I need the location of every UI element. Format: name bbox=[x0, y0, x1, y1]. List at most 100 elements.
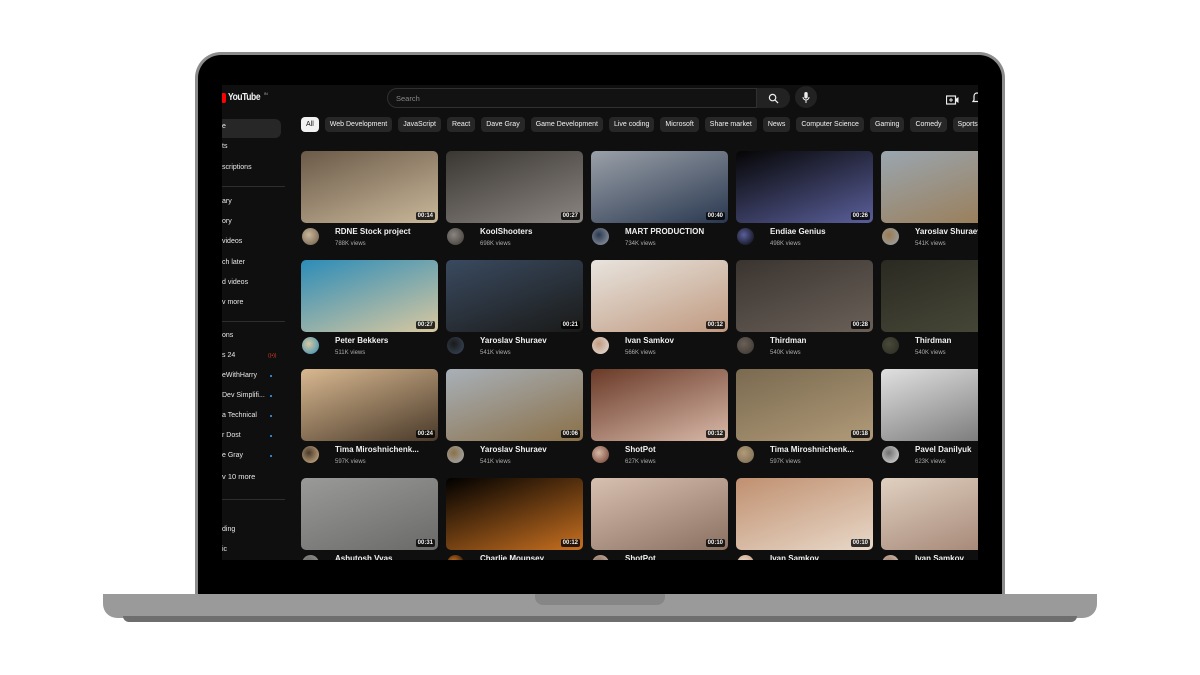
video-thumbnail[interactable]: 00:10 bbox=[591, 478, 728, 550]
video-thumbnail[interactable]: 00:21 bbox=[446, 260, 583, 332]
video-thumbnail[interactable]: 00:18 bbox=[736, 369, 873, 441]
chip-2[interactable]: JavaScript bbox=[398, 117, 441, 132]
video-card[interactable]: 00:10 ShotPot bbox=[591, 478, 728, 560]
channel-avatar[interactable] bbox=[447, 228, 464, 245]
video-card[interactable]: Thirdman 540K views bbox=[881, 260, 978, 356]
channel-avatar[interactable] bbox=[302, 228, 319, 245]
video-thumbnail[interactable] bbox=[881, 260, 978, 332]
video-card[interactable]: 00:12 Ivan Samkov 566K views bbox=[591, 260, 728, 356]
video-card[interactable]: 00:24 Tima Miroshnichenk... 597K views bbox=[301, 369, 438, 465]
explore-item[interactable]: ding bbox=[222, 526, 235, 533]
video-card[interactable]: 00:27 KoolShooters 698K views bbox=[446, 151, 583, 247]
video-thumbnail[interactable]: 00:31 bbox=[301, 478, 438, 550]
subscription-item[interactable]: a Technical bbox=[222, 412, 257, 419]
video-channel-name[interactable]: Yaroslav Shuraev bbox=[480, 336, 547, 345]
video-channel-name[interactable]: Yaroslav Shuraev bbox=[480, 445, 547, 454]
notifications-button[interactable] bbox=[971, 91, 978, 109]
channel-avatar[interactable] bbox=[882, 446, 899, 463]
channel-avatar[interactable] bbox=[882, 555, 899, 560]
chip-5[interactable]: Game Development bbox=[530, 117, 603, 132]
channel-avatar[interactable] bbox=[737, 446, 754, 463]
video-channel-name[interactable]: Yaroslav Shuraev bbox=[915, 227, 978, 236]
video-card[interactable]: Yaroslav Shuraev 541K views bbox=[881, 151, 978, 247]
channel-avatar[interactable] bbox=[882, 337, 899, 354]
video-thumbnail[interactable]: 00:40 bbox=[591, 151, 728, 223]
chip-1[interactable]: Web Development bbox=[324, 117, 393, 132]
chip-4[interactable]: Dave Gray bbox=[481, 117, 525, 132]
video-thumbnail[interactable]: 00:27 bbox=[446, 151, 583, 223]
chip-6[interactable]: Live coding bbox=[608, 117, 655, 132]
video-channel-name[interactable]: RDNE Stock project bbox=[335, 227, 411, 236]
channel-avatar[interactable] bbox=[737, 555, 754, 560]
voice-search-button[interactable] bbox=[795, 86, 817, 108]
video-thumbnail[interactable]: 00:12 bbox=[591, 369, 728, 441]
video-card[interactable]: 00:28 Thirdman 540K views bbox=[736, 260, 873, 356]
video-channel-name[interactable]: Ivan Samkov bbox=[770, 554, 819, 560]
video-channel-name[interactable]: Peter Bekkers bbox=[335, 336, 388, 345]
sidebar-item[interactable]: ary bbox=[222, 198, 232, 205]
youtube-logo[interactable]: YouTube IN bbox=[222, 91, 268, 103]
chip-3[interactable]: React bbox=[446, 117, 476, 132]
video-thumbnail[interactable] bbox=[881, 151, 978, 223]
video-card[interactable]: 00:18 Tima Miroshnichenk... 597K views bbox=[736, 369, 873, 465]
sidebar-item[interactable]: ts bbox=[222, 143, 227, 150]
video-thumbnail[interactable]: 00:24 bbox=[301, 369, 438, 441]
video-channel-name[interactable]: ShotPot bbox=[625, 445, 656, 454]
video-channel-name[interactable]: Pavel Danilyuk bbox=[915, 445, 971, 454]
video-card[interactable]: 00:10 Ivan Samkov bbox=[736, 478, 873, 560]
video-thumbnail[interactable] bbox=[881, 478, 978, 550]
video-card[interactable]: Ivan Samkov bbox=[881, 478, 978, 560]
video-channel-name[interactable]: MART PRODUCTION bbox=[625, 227, 704, 236]
explore-item[interactable]: ic bbox=[222, 546, 227, 553]
show-more-button[interactable]: v 10 more bbox=[222, 472, 255, 481]
video-card[interactable]: 00:27 Peter Bekkers 511K views bbox=[301, 260, 438, 356]
chip-13[interactable]: Sports entertain bbox=[952, 117, 978, 132]
chip-0[interactable]: All bbox=[301, 117, 319, 132]
sidebar-item[interactable]: ory bbox=[222, 218, 232, 225]
channel-avatar[interactable] bbox=[737, 228, 754, 245]
sidebar-item[interactable]: d videos bbox=[222, 279, 248, 286]
channel-avatar[interactable] bbox=[302, 555, 319, 560]
channel-avatar[interactable] bbox=[882, 228, 899, 245]
video-channel-name[interactable]: Tima Miroshnichenk... bbox=[335, 445, 419, 454]
video-card[interactable]: 00:06 Yaroslav Shuraev 541K views bbox=[446, 369, 583, 465]
channel-avatar[interactable] bbox=[447, 337, 464, 354]
subscription-item[interactable]: s 24 bbox=[222, 352, 235, 359]
channel-avatar[interactable] bbox=[447, 555, 464, 560]
channel-avatar[interactable] bbox=[447, 446, 464, 463]
video-channel-name[interactable]: KoolShooters bbox=[480, 227, 532, 236]
video-thumbnail[interactable]: 00:12 bbox=[591, 260, 728, 332]
video-thumbnail[interactable]: 00:06 bbox=[446, 369, 583, 441]
video-card[interactable]: 00:14 RDNE Stock project 788K views bbox=[301, 151, 438, 247]
chip-7[interactable]: Microsoft bbox=[660, 117, 699, 132]
video-thumbnail[interactable]: 00:27 bbox=[301, 260, 438, 332]
video-thumbnail[interactable]: 00:14 bbox=[301, 151, 438, 223]
sidebar-item[interactable]: ch later bbox=[222, 259, 245, 266]
sidebar-item[interactable]: v more bbox=[222, 299, 243, 306]
video-card[interactable]: 00:31 Ashutosh Vyas bbox=[301, 478, 438, 560]
video-card[interactable]: Pavel Danilyuk 623K views bbox=[881, 369, 978, 465]
video-card[interactable]: 00:12 ShotPot 627K views bbox=[591, 369, 728, 465]
video-thumbnail[interactable]: 00:28 bbox=[736, 260, 873, 332]
channel-avatar[interactable] bbox=[737, 337, 754, 354]
subscription-item[interactable]: r Dost bbox=[222, 432, 241, 439]
channel-avatar[interactable] bbox=[592, 555, 609, 560]
chip-9[interactable]: News bbox=[762, 117, 791, 132]
video-channel-name[interactable]: Thirdman bbox=[915, 336, 951, 345]
video-card[interactable]: 00:40 MART PRODUCTION 734K views bbox=[591, 151, 728, 247]
video-thumbnail[interactable]: 00:26 bbox=[736, 151, 873, 223]
video-channel-name[interactable]: Ivan Samkov bbox=[915, 554, 964, 560]
video-channel-name[interactable]: Thirdman bbox=[770, 336, 806, 345]
sidebar-item[interactable]: scriptions bbox=[222, 164, 252, 171]
sidebar-item[interactable]: videos bbox=[222, 238, 242, 245]
channel-avatar[interactable] bbox=[592, 337, 609, 354]
subscription-item[interactable]: eWithHarry bbox=[222, 372, 257, 379]
search-button[interactable] bbox=[757, 88, 790, 108]
channel-avatar[interactable] bbox=[592, 228, 609, 245]
video-channel-name[interactable]: Tima Miroshnichenk... bbox=[770, 445, 854, 454]
chip-12[interactable]: Comedy bbox=[910, 117, 947, 132]
video-channel-name[interactable]: Ivan Samkov bbox=[625, 336, 674, 345]
video-card[interactable]: 00:21 Yaroslav Shuraev 541K views bbox=[446, 260, 583, 356]
subscription-item[interactable]: e Gray bbox=[222, 452, 243, 459]
video-channel-name[interactable]: Endiae Genius bbox=[770, 227, 826, 236]
